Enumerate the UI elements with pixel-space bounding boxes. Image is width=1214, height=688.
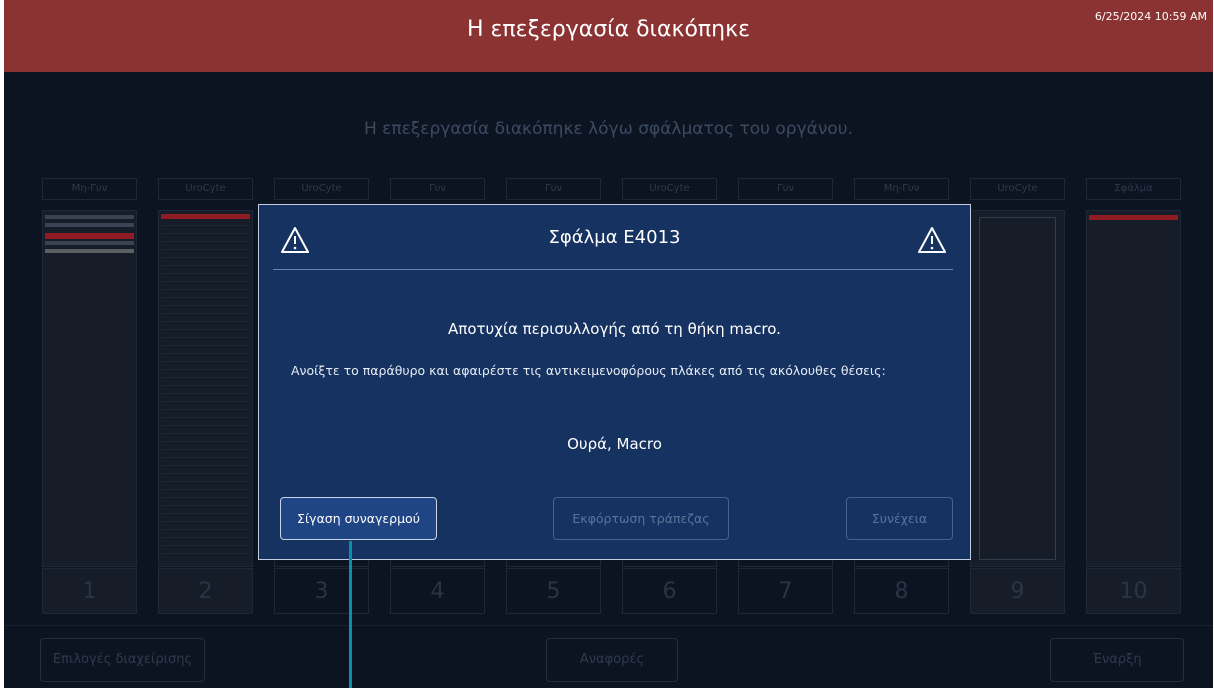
start-button[interactable]: Έναρξη	[1050, 638, 1184, 682]
slide-slot	[161, 353, 250, 354]
slide-slot	[161, 337, 250, 338]
slide-slot	[161, 273, 250, 274]
slide-slot	[45, 215, 134, 219]
column-number: 10	[1086, 568, 1181, 614]
callout-pointer-line	[349, 541, 352, 688]
slide-slot	[161, 521, 250, 522]
slide-slot	[161, 513, 250, 514]
slide-slot	[161, 377, 250, 378]
slide-slot	[161, 361, 250, 362]
affected-locations: Ουρά, Macro	[567, 435, 662, 453]
column-number: 2	[158, 568, 253, 614]
slide-slot	[161, 297, 250, 298]
error-slide-slot	[45, 233, 134, 239]
slide-slot	[161, 401, 250, 402]
rack-column-10: Σφάλμα 10	[1086, 178, 1181, 616]
slide-slot	[161, 529, 250, 530]
rack-column-9: UroCyte 9	[970, 178, 1065, 616]
instruction-text: Ανοίξτε το παράθυρο και αφαιρέστε τις αν…	[291, 363, 886, 378]
column-number: 6	[622, 568, 717, 614]
column-number: 9	[970, 568, 1065, 614]
error-slide-slot	[161, 214, 250, 219]
slide-slot	[161, 449, 250, 450]
column-label: Γυν	[506, 178, 601, 200]
slide-slot	[161, 505, 250, 506]
column-number: 5	[506, 568, 601, 614]
slide-slot	[161, 281, 250, 282]
slide-slot	[161, 537, 250, 538]
slide-rack	[1086, 210, 1181, 567]
column-label: UroCyte	[970, 178, 1065, 200]
error-message: Αποτυχία περισυλλογής από τη θήκη macro.	[448, 320, 781, 338]
slide-slot	[45, 249, 134, 253]
warning-triangle-icon	[918, 227, 946, 253]
column-number: 7	[738, 568, 833, 614]
slide-slot	[45, 241, 134, 245]
dialog-divider	[273, 269, 953, 270]
error-slide-slot	[1089, 215, 1178, 220]
slide-slot	[161, 545, 250, 546]
slide-slot	[161, 457, 250, 458]
column-label: UroCyte	[158, 178, 253, 200]
slide-slot	[161, 433, 250, 434]
slide-slot	[161, 225, 250, 226]
slide-slot	[161, 425, 250, 426]
slide-slot	[161, 241, 250, 242]
slide-rack	[158, 210, 253, 567]
column-number: 1	[42, 568, 137, 614]
slide-rack	[970, 210, 1065, 567]
silence-alarm-button[interactable]: Σίγαση συναγερμού	[280, 497, 437, 540]
slide-slot	[161, 233, 250, 234]
slide-slot	[161, 313, 250, 314]
column-label: Γυν	[738, 178, 833, 200]
rack-column-1: Μη-Γυν 1	[42, 178, 137, 616]
page-title: Η επεξεργασία διακόπηκε	[467, 17, 750, 42]
bottom-bar: Επιλογές διαχείρισης Αναφορές Έναρξη	[4, 625, 1213, 688]
slide-slot	[161, 553, 250, 554]
column-label: Μη-Γυν	[854, 178, 949, 200]
empty-rack-outline	[979, 217, 1056, 560]
slide-slot	[161, 473, 250, 474]
dialog-title: Σφάλμα E4013	[548, 227, 681, 248]
continue-button[interactable]: Συνέχεια	[846, 497, 953, 540]
slide-slot	[161, 481, 250, 482]
status-message: Η επεξεργασία διακόπηκε λόγω σφάλματος τ…	[364, 119, 853, 139]
slide-slot	[161, 321, 250, 322]
slide-slot	[161, 441, 250, 442]
slide-slot	[161, 329, 250, 330]
unload-bank-button[interactable]: Εκφόρτωση τράπεζας	[553, 497, 729, 540]
title-bar: Η επεξεργασία διακόπηκε 6/25/2024 10:59 …	[4, 0, 1213, 72]
column-label: UroCyte	[622, 178, 717, 200]
slide-slot	[161, 409, 250, 410]
slide-slot	[161, 385, 250, 386]
slide-slot	[161, 393, 250, 394]
column-label: Μη-Γυν	[42, 178, 137, 200]
timestamp: 6/25/2024 10:59 AM	[1094, 10, 1207, 23]
rack-column-2: UroCyte 2	[158, 178, 253, 616]
slide-rack	[42, 210, 137, 567]
app-window: Η επεξεργασία διακόπηκε 6/25/2024 10:59 …	[4, 0, 1213, 688]
reports-button[interactable]: Αναφορές	[546, 638, 678, 682]
error-dialog: Σφάλμα E4013 Αποτυχία περισυλλογής από τ…	[258, 204, 971, 560]
slide-slot	[161, 417, 250, 418]
column-label: UroCyte	[274, 178, 369, 200]
slide-slot	[161, 345, 250, 346]
slide-slot	[161, 257, 250, 258]
column-number: 3	[274, 568, 369, 614]
slide-slot	[161, 305, 250, 306]
slide-slot	[161, 289, 250, 290]
slide-slot	[161, 489, 250, 490]
column-label: Γυν	[390, 178, 485, 200]
slide-slot	[161, 249, 250, 250]
column-label: Σφάλμα	[1086, 178, 1181, 200]
column-number: 8	[854, 568, 949, 614]
slide-slot	[161, 497, 250, 498]
slide-slot	[161, 369, 250, 370]
column-number: 4	[390, 568, 485, 614]
admin-options-button[interactable]: Επιλογές διαχείρισης	[40, 638, 205, 682]
slide-slot	[45, 223, 134, 227]
slide-slot	[161, 265, 250, 266]
slide-slot	[161, 465, 250, 466]
